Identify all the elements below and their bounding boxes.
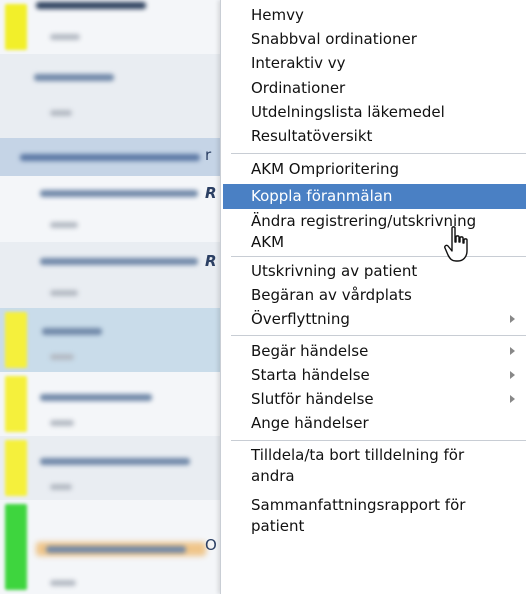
patient-row[interactable] [0, 436, 240, 501]
menu-item-tilldela-ta-bort[interactable]: Tilldela/ta bort tilldelning för andra [223, 445, 526, 487]
menu-item-sammanfattningsrapport[interactable]: Sammanfattningsrapport för patient [223, 495, 526, 537]
menu-item-utdelningslista[interactable]: Utdelningslista läkemedel [223, 102, 526, 123]
menu-item-interaktiv-vy[interactable]: Interaktiv vy [223, 53, 526, 74]
menu-separator [231, 440, 526, 441]
patient-row[interactable] [0, 308, 240, 373]
context-menu: Hemvy Snabbval ordinationer Interaktiv v… [220, 0, 526, 594]
menu-item-andra-registrering[interactable]: Ändra registrering/utskrivning AKM [223, 211, 526, 253]
cutoff-text: r [205, 146, 212, 164]
menu-item-overflyttning[interactable]: Överflyttning [223, 309, 526, 330]
menu-item-hemvy[interactable]: Hemvy [223, 5, 526, 26]
priority-tag [5, 376, 27, 432]
patient-row[interactable] [0, 54, 240, 139]
menu-item-ange-handelser[interactable]: Ange händelser [223, 413, 526, 434]
patient-row[interactable] [0, 0, 240, 55]
group-header-row[interactable]: r [0, 138, 240, 177]
patient-row[interactable]: R [0, 176, 240, 243]
cutoff-text: O [205, 536, 217, 554]
cutoff-text: R [205, 252, 217, 270]
patient-list: r R R O [0, 0, 240, 594]
menu-item-utskrivning-av-patient[interactable]: Utskrivning av patient [223, 261, 526, 282]
menu-separator [231, 335, 526, 336]
menu-item-koppla-foranmalan[interactable]: Koppla föranmälan [223, 184, 526, 209]
menu-separator [231, 153, 526, 154]
submenu-arrow-icon [510, 315, 515, 323]
patient-row[interactable]: O [0, 500, 240, 594]
cutoff-text: R [205, 184, 217, 202]
patient-row[interactable] [0, 372, 240, 437]
priority-tag [5, 312, 27, 368]
priority-tag [5, 504, 27, 590]
menu-item-akm-omprioritering[interactable]: AKM Omprioritering [223, 159, 526, 180]
menu-separator [231, 256, 526, 257]
menu-item-ordinationer[interactable]: Ordinationer [223, 78, 526, 99]
menu-item-begaran-av-vardplats[interactable]: Begäran av vårdplats [223, 285, 526, 306]
submenu-arrow-icon [510, 371, 515, 379]
submenu-arrow-icon [510, 347, 515, 355]
submenu-arrow-icon [510, 395, 515, 403]
menu-item-starta-handelse[interactable]: Starta händelse [223, 365, 526, 386]
menu-item-begar-handelse[interactable]: Begär händelse [223, 341, 526, 362]
patient-row[interactable]: R [0, 242, 240, 309]
priority-tag [5, 4, 27, 50]
menu-item-resultatoversikt[interactable]: Resultatöversikt [223, 126, 526, 147]
priority-tag [5, 440, 27, 496]
menu-item-slutfor-handelse[interactable]: Slutför händelse [223, 389, 526, 410]
menu-item-snabbval-ordinationer[interactable]: Snabbval ordinationer [223, 29, 526, 50]
